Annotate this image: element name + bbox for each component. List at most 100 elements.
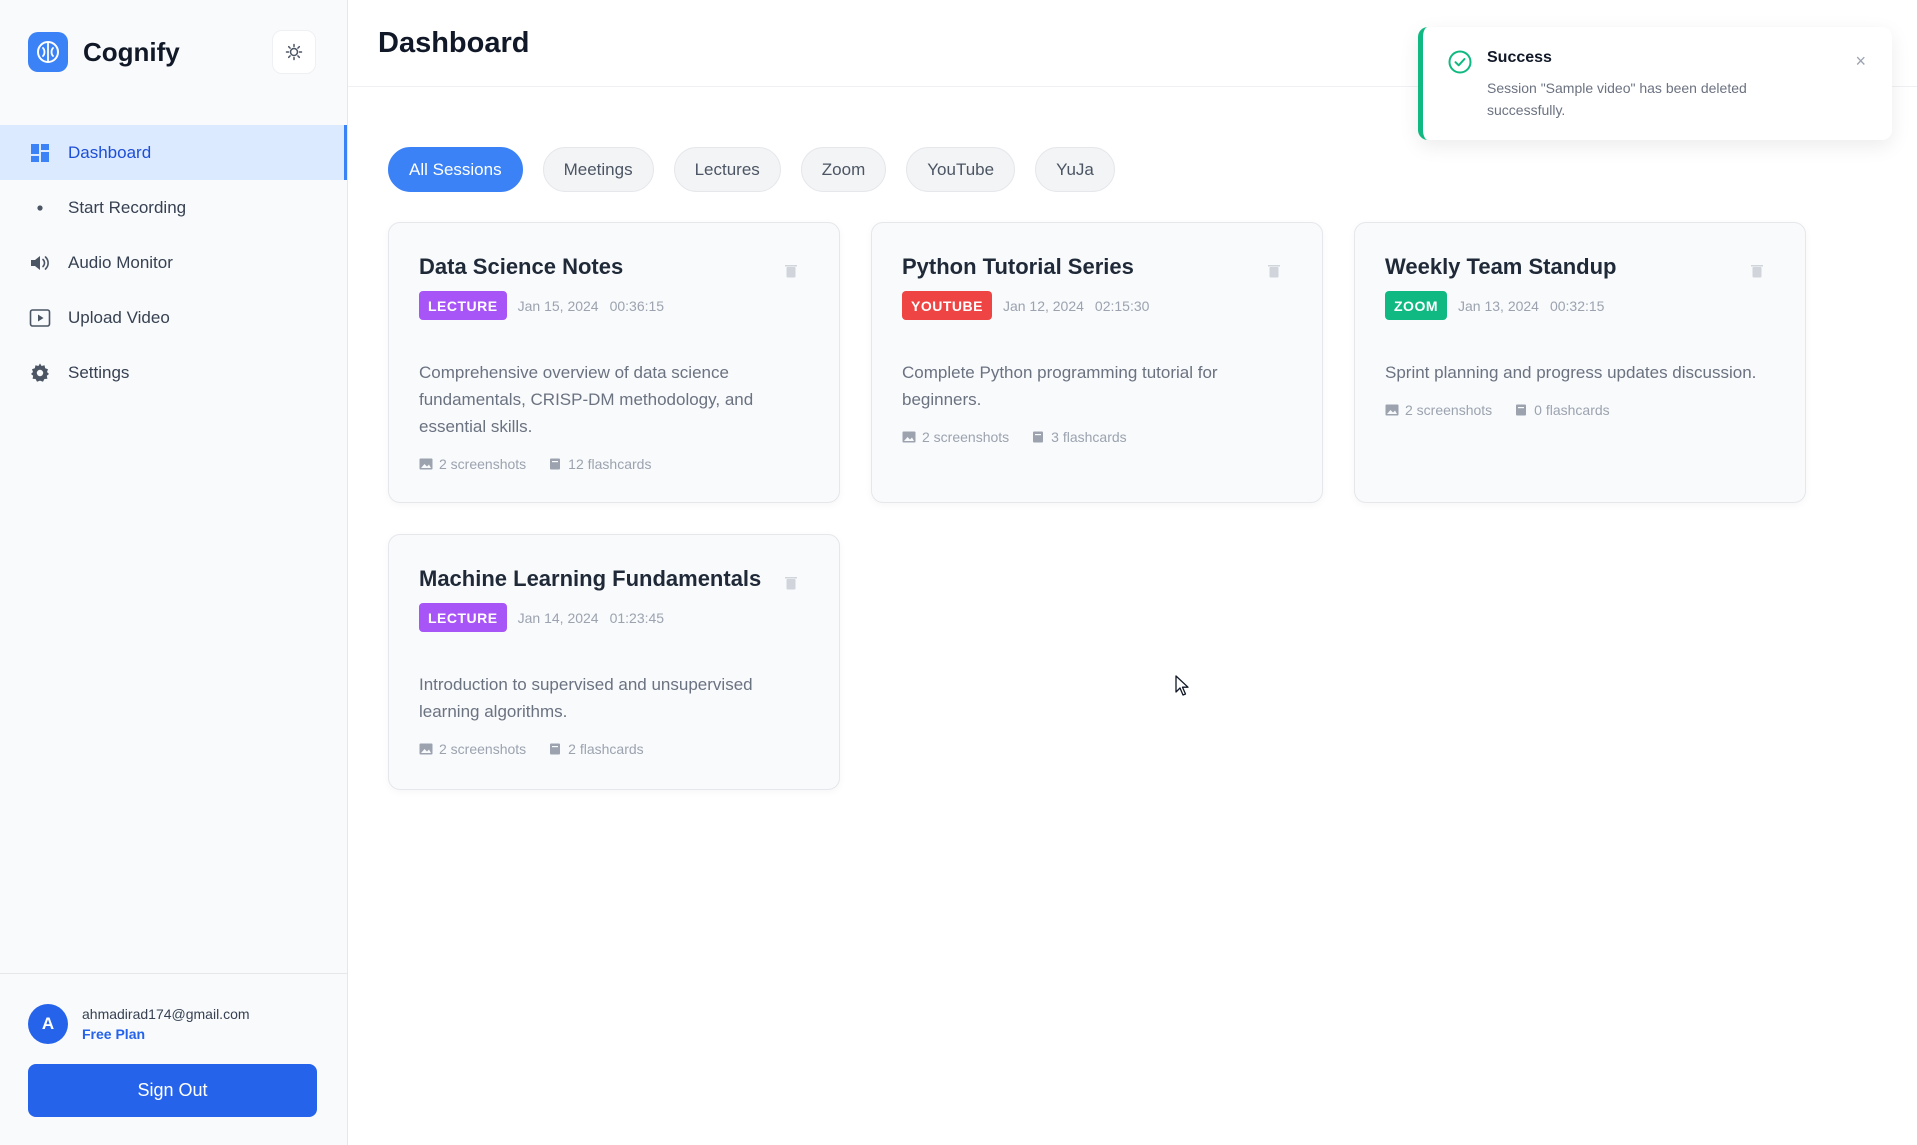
- session-type-badge: YOUTUBE: [902, 291, 992, 320]
- sidebar-item-start-recording[interactable]: Start Recording: [0, 180, 347, 235]
- session-type-badge: ZOOM: [1385, 291, 1447, 320]
- session-card[interactable]: Machine Learning Fundamentals LECTURE Ja…: [388, 534, 840, 790]
- sidebar-item-dashboard[interactable]: Dashboard: [0, 125, 347, 180]
- close-icon[interactable]: ×: [1855, 52, 1866, 70]
- grid-icon: [28, 141, 52, 165]
- sidebar-nav: Dashboard Start Recording Audio Monitor: [0, 125, 347, 400]
- tab-yuja[interactable]: YuJa: [1035, 147, 1115, 192]
- tab-all-sessions[interactable]: All Sessions: [388, 147, 523, 192]
- user-plan: Free Plan: [82, 1026, 146, 1042]
- page-title: Dashboard: [378, 27, 530, 59]
- session-card[interactable]: Data Science Notes LECTURE Jan 15, 2024 …: [388, 222, 840, 503]
- sidebar-item-label: Audio Monitor: [68, 252, 173, 272]
- delete-session-button[interactable]: [783, 263, 799, 279]
- avatar: A: [28, 1004, 68, 1044]
- sidebar-item-settings[interactable]: Settings: [0, 345, 347, 400]
- mouse-cursor-icon: [1175, 675, 1189, 696]
- image-icon: [419, 458, 433, 470]
- brand[interactable]: Cognify: [28, 32, 180, 72]
- delete-session-button[interactable]: [1266, 263, 1282, 279]
- screenshots-count: 2 screenshots: [1385, 402, 1492, 418]
- screenshots-label: 2 screenshots: [439, 741, 527, 757]
- session-duration: 00:36:15: [609, 297, 665, 314]
- screenshots-count: 2 screenshots: [419, 741, 526, 757]
- session-type-badge: LECTURE: [419, 291, 507, 320]
- user-email: ahmadirad174@gmail.com: [82, 1006, 250, 1022]
- sidebar-item-label: Upload Video: [68, 307, 170, 327]
- flashcards-count: 2 flashcards: [548, 741, 644, 757]
- speaker-icon: [28, 251, 52, 275]
- session-stats: 2 screenshots 3 flashcards: [902, 429, 1149, 445]
- screenshots-count: 2 screenshots: [419, 456, 526, 472]
- image-icon: [419, 743, 433, 755]
- session-meta: ZOOM Jan 13, 2024 00:32:15: [1385, 291, 1604, 320]
- tab-lectures[interactable]: Lectures: [673, 147, 781, 192]
- flashcard-icon: [1514, 404, 1528, 416]
- flashcards-count: 12 flashcards: [548, 456, 651, 472]
- session-card[interactable]: Weekly Team Standup ZOOM Jan 13, 2024 00…: [1354, 222, 1806, 503]
- session-date: Jan 13, 2024: [1458, 297, 1539, 314]
- user-profile: A ahmadirad174@gmail.com Free Plan: [28, 1004, 250, 1044]
- sidebar-item-label: Settings: [68, 362, 130, 382]
- screenshots-label: 2 screenshots: [922, 429, 1010, 445]
- tab-meetings[interactable]: Meetings: [542, 147, 654, 192]
- delete-session-button[interactable]: [1749, 263, 1765, 279]
- session-description: Introduction to supervised and unsupervi…: [419, 675, 753, 721]
- tab-youtube[interactable]: YouTube: [906, 147, 1016, 192]
- session-stats: 2 screenshots 2 flashcards: [419, 741, 666, 757]
- filter-tabs: All Sessions Meetings Lectures Zoom YouT…: [388, 147, 1135, 192]
- screenshots-label: 2 screenshots: [439, 456, 527, 472]
- flashcards-count: 0 flashcards: [1514, 402, 1610, 418]
- user-info: ahmadirad174@gmail.com Free Plan: [82, 1006, 250, 1042]
- gear-icon: [28, 361, 52, 385]
- flashcards-count: 3 flashcards: [1031, 429, 1127, 445]
- session-duration: 00:32:15: [1549, 297, 1605, 314]
- session-type-badge: LECTURE: [419, 603, 507, 632]
- flashcard-icon: [548, 458, 562, 470]
- dot-icon: [28, 196, 52, 220]
- video-icon: [28, 306, 52, 330]
- image-icon: [902, 431, 916, 443]
- flashcards-label: 0 flashcards: [1534, 402, 1610, 418]
- flashcard-icon: [548, 743, 562, 755]
- sidebar-divider: [0, 973, 347, 974]
- session-title: Machine Learning Fundamentals: [419, 566, 762, 591]
- sign-out-button[interactable]: Sign Out: [28, 1064, 317, 1117]
- flashcard-icon: [1031, 431, 1045, 443]
- session-date: Jan 12, 2024: [1002, 297, 1084, 314]
- trash-icon: [1751, 265, 1763, 278]
- session-description: Complete Python programming tutorial for…: [902, 363, 1218, 409]
- session-meta: YOUTUBE Jan 12, 2024 02:15:30: [902, 291, 1149, 320]
- session-title: Python Tutorial Series: [902, 254, 1134, 279]
- toast-title: Success: [1487, 49, 1552, 66]
- success-toast: Success Session "Sample video" has been …: [1418, 27, 1892, 140]
- session-stats: 2 screenshots 0 flashcards: [1385, 402, 1632, 418]
- app-name: Cognify: [83, 36, 180, 67]
- tab-zoom[interactable]: Zoom: [800, 147, 887, 192]
- session-description: Comprehensive overview of data science f…: [419, 363, 754, 436]
- check-circle-icon: [1448, 50, 1472, 74]
- session-date: Jan 15, 2024: [517, 297, 599, 314]
- sidebar-item-label: Start Recording: [68, 197, 187, 217]
- screenshots-label: 2 screenshots: [1405, 402, 1493, 418]
- session-stats: 2 screenshots 12 flashcards: [419, 456, 673, 472]
- screenshots-count: 2 screenshots: [902, 429, 1009, 445]
- sidebar-item-audio-monitor[interactable]: Audio Monitor: [0, 235, 347, 290]
- flashcards-label: 2 flashcards: [568, 741, 644, 757]
- flashcards-label: 12 flashcards: [568, 456, 652, 472]
- session-title: Weekly Team Standup: [1385, 254, 1617, 279]
- sidebar: Cognify Dashboard Start Recording Audio …: [0, 0, 348, 1145]
- flashcards-label: 3 flashcards: [1051, 429, 1127, 445]
- session-card[interactable]: Python Tutorial Series YOUTUBE Jan 12, 2…: [871, 222, 1323, 503]
- delete-session-button[interactable]: [783, 575, 799, 591]
- theme-toggle-button[interactable]: [272, 30, 316, 74]
- brain-logo-icon: [28, 32, 68, 72]
- trash-icon: [1268, 265, 1280, 278]
- sidebar-item-label: Dashboard: [68, 142, 152, 162]
- sidebar-item-upload-video[interactable]: Upload Video: [0, 290, 347, 345]
- image-icon: [1385, 404, 1399, 416]
- session-meta: LECTURE Jan 15, 2024 00:36:15: [419, 291, 664, 320]
- session-date: Jan 14, 2024: [517, 609, 599, 626]
- session-title: Data Science Notes: [419, 254, 624, 279]
- app-root: Cognify Dashboard Start Recording Audio …: [0, 0, 1917, 1145]
